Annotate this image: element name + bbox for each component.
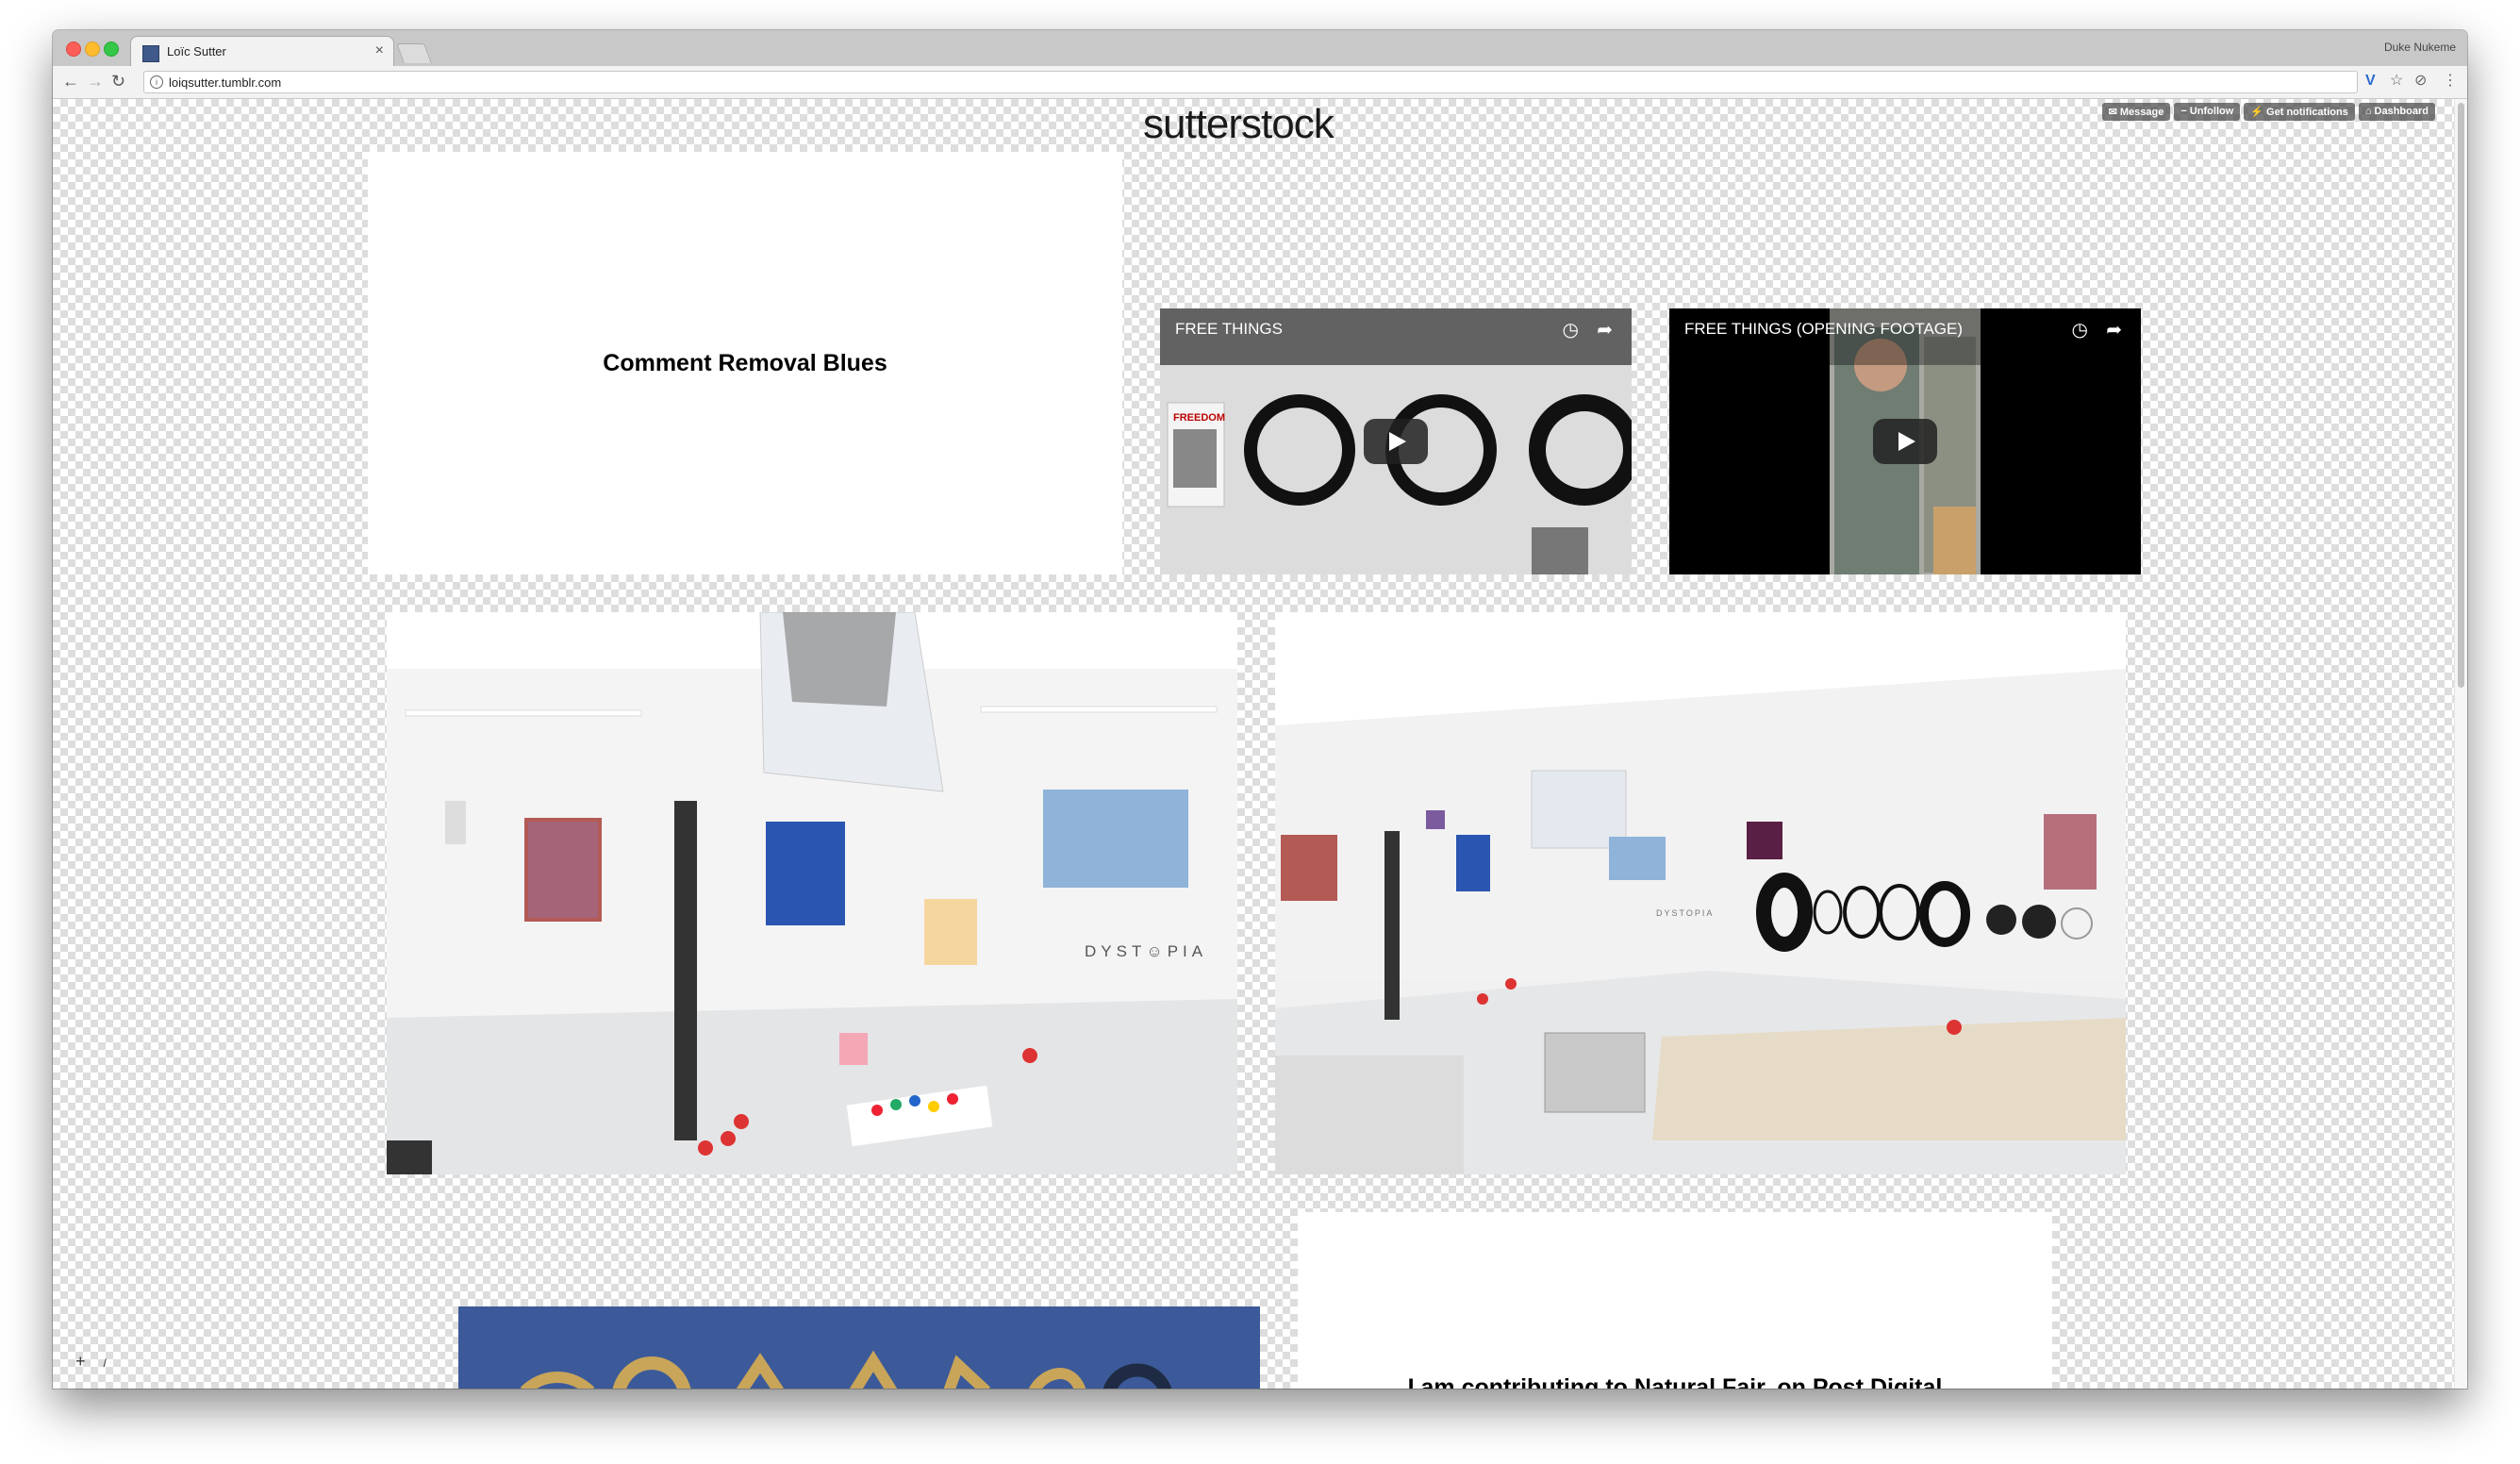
- site-info-icon[interactable]: i: [150, 75, 163, 89]
- exhibition-wall-text: DYSTOPIA: [1656, 908, 1715, 918]
- tumblr-favicon-icon: [142, 45, 159, 62]
- close-tab-icon[interactable]: ×: [375, 42, 384, 59]
- video-title[interactable]: FREE THINGS (OPENING FOOTAGE): [1684, 320, 1963, 339]
- blog-logo[interactable]: sutterstock: [1143, 101, 1335, 148]
- text-post-natural-fair[interactable]: I am contributing to Natural Fair, on Po…: [1298, 1212, 2052, 1389]
- text-post-comment-removal-blues[interactable]: Comment Removal Blues: [368, 152, 1122, 574]
- forward-icon[interactable]: →: [87, 72, 104, 91]
- tumblr-page: ✉ Message − Unfollow ⚡ Get notifications…: [53, 99, 2454, 1389]
- page-scrollbar[interactable]: [2454, 99, 2467, 1389]
- menu-icon[interactable]: ⋮: [2443, 73, 2458, 90]
- vivaldi-extension-icon[interactable]: V: [2365, 73, 2376, 90]
- dashboard-button[interactable]: ⌂ Dashboard: [2358, 103, 2435, 121]
- tab-title: Loïc Sutter: [167, 44, 226, 58]
- watch-later-icon[interactable]: ◷: [2072, 318, 2088, 341]
- watch-later-icon[interactable]: ◷: [1563, 318, 1579, 341]
- share-icon[interactable]: ➦: [1597, 318, 1613, 341]
- reload-icon[interactable]: ↻: [111, 72, 125, 91]
- tab-loic-sutter[interactable]: Loïc Sutter ×: [130, 36, 394, 67]
- address-bar[interactable]: i loiqsutter.tumblr.com: [143, 71, 2358, 93]
- plus-icon[interactable]: +: [75, 1352, 86, 1371]
- photo-post-exhibition-1[interactable]: DYST☺PIA: [387, 612, 1237, 1174]
- blue-graphic-image: [520, 1350, 1172, 1389]
- post-title[interactable]: I am contributing to Natural Fair, on Po…: [1298, 1374, 2052, 1389]
- exhibition-wall-text: DYST☺PIA: [1085, 942, 1208, 960]
- minimize-window-button[interactable]: [85, 42, 100, 57]
- video-poster-text: FREEDOM: [1173, 412, 1225, 424]
- url-text[interactable]: loiqsutter.tumblr.com: [169, 75, 281, 90]
- photo-post-blue-graphic[interactable]: [458, 1306, 1260, 1389]
- unfollow-button[interactable]: − Unfollow: [2174, 103, 2241, 121]
- message-button[interactable]: ✉ Message: [2101, 103, 2171, 121]
- tumblr-controls: ✉ Message − Unfollow ⚡ Get notifications…: [2101, 103, 2435, 121]
- video-post-free-things[interactable]: FREEDOM FREE THINGS ◷ ➦: [1160, 308, 1632, 574]
- tab-strip: Loïc Sutter × Duke Nukeme: [53, 30, 2467, 67]
- extension-icon[interactable]: ⊘: [2414, 73, 2427, 90]
- exhibition-photo: [1275, 612, 2126, 1174]
- get-notifications-button[interactable]: ⚡ Get notifications: [2244, 103, 2355, 121]
- maximize-window-button[interactable]: [104, 42, 119, 57]
- post-title[interactable]: Comment Removal Blues: [603, 350, 887, 377]
- play-button[interactable]: [1873, 419, 1937, 464]
- bookmark-star-icon[interactable]: ☆: [2390, 73, 2403, 90]
- page-tools: + /: [75, 1352, 107, 1372]
- profile-name[interactable]: Duke Nukeme: [2384, 41, 2456, 54]
- video-post-free-things-opening-footage[interactable]: FREE THINGS (OPENING FOOTAGE) ◷ ➦: [1669, 308, 2141, 574]
- new-tab-button[interactable]: [396, 43, 432, 63]
- slash-icon[interactable]: /: [104, 1356, 107, 1370]
- video-title[interactable]: FREE THINGS: [1175, 320, 1283, 339]
- exhibition-photo: [387, 612, 1237, 1174]
- browser-toolbar: ← → ↻ i loiqsutter.tumblr.com V ☆ ⊘ ⋮: [53, 66, 2467, 99]
- play-button[interactable]: [1364, 419, 1428, 464]
- scrollbar-thumb[interactable]: [2458, 103, 2464, 688]
- close-window-button[interactable]: [66, 42, 81, 57]
- photo-post-exhibition-2[interactable]: DYSTOPIA: [1275, 612, 2126, 1174]
- share-icon[interactable]: ➦: [2106, 318, 2122, 341]
- back-icon[interactable]: ←: [62, 72, 79, 91]
- browser-window: Loïc Sutter × Duke Nukeme ← → ↻ i loiqsu…: [53, 30, 2467, 1389]
